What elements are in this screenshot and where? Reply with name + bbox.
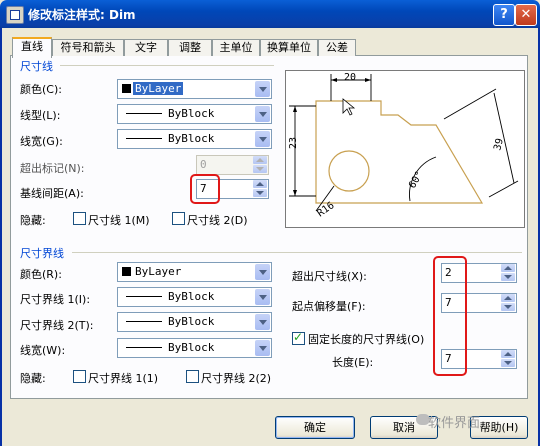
dim-color-label: 颜色(C): (20, 83, 62, 96)
preview-drawing: 20 23 39 60° R16 (288, 72, 519, 219)
highlight-box (190, 174, 220, 204)
dim-linetype-label: 线型(L): (20, 109, 61, 122)
dimension-lines-group-title: 尺寸线 (20, 60, 53, 73)
chevron-down-icon[interactable] (255, 314, 270, 330)
suppress-dim1-checkbox[interactable] (73, 212, 86, 225)
spin-up-icon[interactable] (501, 264, 515, 272)
help-title-button[interactable]: ? (493, 4, 515, 26)
offset-label: 起点偏移量(F): (292, 300, 366, 313)
spin-down-icon[interactable] (501, 273, 515, 281)
dim-lineweight-label: 线宽(G): (20, 135, 63, 148)
ext-lineweight-label: 线宽(W): (20, 344, 66, 357)
tab-alternate-units[interactable]: 换算单位 (260, 39, 318, 56)
ext-lineweight-value: ByBlock (168, 341, 215, 354)
chevron-down-icon[interactable] (255, 81, 270, 97)
spin-up-icon[interactable] (501, 294, 515, 302)
spin-up-icon[interactable] (501, 350, 515, 358)
dim-top-text: 20 (344, 72, 356, 83)
suppress-ext1-label: 尺寸界线 1(1) (88, 372, 159, 385)
tab-symbols-arrows[interactable]: 符号和箭头 (52, 39, 124, 56)
dim-left-text: 23 (288, 137, 299, 149)
suppress-ext2-label: 尺寸界线 2(2) (201, 372, 272, 385)
extend-beyond-label: 超出尺寸线(X): (292, 270, 367, 283)
preview-pane: 20 23 39 60° R16 (285, 70, 525, 228)
ext2-linetype-select[interactable]: ByBlock (117, 312, 272, 332)
dim-color-select[interactable]: ByLayer (117, 79, 272, 99)
linetype-preview (126, 296, 162, 297)
spin-down-icon[interactable] (253, 189, 267, 197)
ext-lineweight-select[interactable]: ByBlock (117, 338, 272, 358)
lineweight-preview (126, 138, 162, 139)
group-divider (60, 65, 274, 66)
chevron-down-icon[interactable] (255, 264, 270, 280)
highlight-box (433, 256, 467, 376)
tab-fit[interactable]: 调整 (168, 39, 212, 56)
fixed-length-checkbox[interactable] (292, 330, 305, 345)
tab-text[interactable]: 文字 (124, 39, 168, 56)
dim-lineweight-select[interactable]: ByBlock (117, 129, 272, 149)
ok-button[interactable]: 确定 (275, 416, 355, 439)
color-swatch-icon (122, 267, 131, 276)
suppress-dim2-checkbox[interactable] (172, 212, 185, 225)
watermark-text: 软件界面 (428, 416, 481, 431)
ext1-linetype-value: ByBlock (168, 290, 215, 303)
dim-angle-text: 60° (407, 169, 426, 190)
suppress-ext2-checkbox[interactable] (186, 370, 199, 383)
chevron-down-icon[interactable] (255, 340, 270, 356)
dim-linetype-value: ByBlock (168, 107, 215, 120)
fixed-length-label: 固定长度的尺寸界线(O) (308, 333, 425, 346)
dim-color-value: ByLayer (133, 82, 184, 95)
length-label: 长度(E): (332, 356, 374, 369)
suppress-ext1-checkbox[interactable] (73, 370, 86, 383)
tab-lines[interactable]: 直线 (12, 37, 52, 58)
ext1-linetype-label: 尺寸界线 1(I): (20, 293, 91, 306)
ext2-linetype-value: ByBlock (168, 315, 215, 328)
close-button[interactable]: ✕ (515, 4, 537, 26)
baseline-spacing-label: 基线间距(A): (20, 187, 84, 200)
app-icon (6, 6, 24, 24)
spin-up-icon[interactable] (253, 180, 267, 188)
linetype-preview (126, 113, 162, 114)
ext-suppress-label: 隐藏: (20, 372, 46, 385)
spin-down-icon[interactable] (501, 359, 515, 367)
ext1-linetype-select[interactable]: ByBlock (117, 287, 272, 307)
lineweight-preview (126, 347, 162, 348)
extend-ticks-label: 超出标记(N): (20, 162, 85, 175)
spin-down-icon[interactable] (253, 165, 267, 173)
suppress-dim2-label: 尺寸线 2(D) (187, 214, 248, 227)
group-divider (72, 252, 522, 253)
dim-suppress-label: 隐藏: (20, 214, 46, 227)
ext-color-value: ByLayer (135, 265, 182, 278)
ext-color-label: 颜色(R): (20, 268, 62, 281)
extend-ticks-spinner[interactable]: 0 (196, 155, 269, 175)
dim-linetype-select[interactable]: ByBlock (117, 104, 272, 124)
spin-down-icon[interactable] (501, 303, 515, 311)
suppress-dim1-label: 尺寸线 1(M) (88, 214, 150, 227)
chevron-down-icon[interactable] (255, 106, 270, 122)
tab-primary-units[interactable]: 主单位 (212, 39, 260, 56)
color-swatch-icon (121, 83, 132, 94)
chevron-down-icon[interactable] (255, 131, 270, 147)
extension-lines-group-title: 尺寸界线 (20, 247, 64, 260)
tab-tolerances[interactable]: 公差 (318, 39, 356, 56)
ext2-linetype-label: 尺寸界线 2(T): (20, 319, 94, 332)
window-title: 修改标注样式: Dim (28, 8, 136, 22)
chevron-down-icon[interactable] (255, 289, 270, 305)
linetype-preview (126, 321, 162, 322)
extend-ticks-value: 0 (200, 158, 207, 171)
dim-lineweight-value: ByBlock (168, 132, 215, 145)
ext-color-select[interactable]: ByLayer (117, 262, 272, 282)
spin-up-icon[interactable] (253, 156, 267, 164)
